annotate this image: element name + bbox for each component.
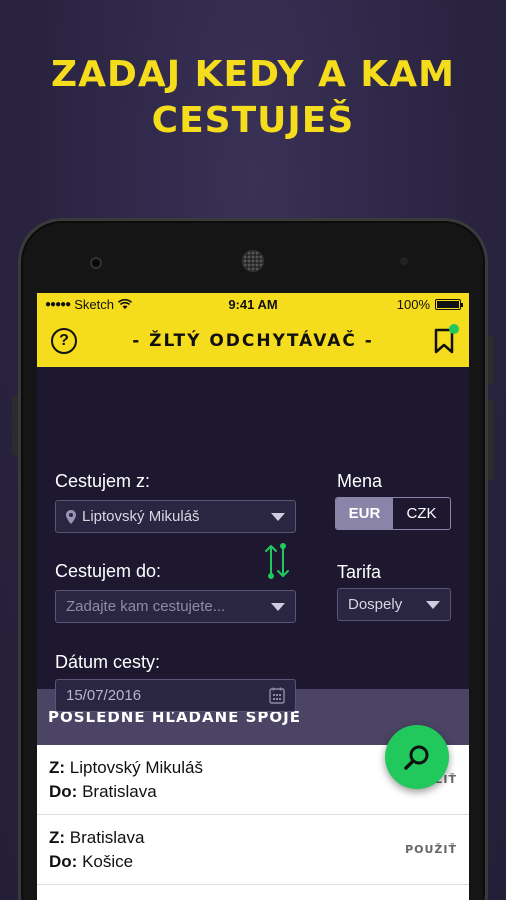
currency-option-czk[interactable]: CZK xyxy=(393,498,450,529)
promo-headline: ZADAJ KEDY A KAM CESTUJEŠ xyxy=(0,52,506,144)
search-icon xyxy=(404,745,429,770)
to-placeholder: Zadajte kam cestujete... xyxy=(66,598,226,615)
date-input[interactable]: 15/07/2016 xyxy=(55,679,296,712)
route-to: Bratislava xyxy=(82,781,157,801)
headline-line-1: ZADAJ KEDY A KAM xyxy=(51,54,455,95)
help-icon: ? xyxy=(59,332,69,349)
currency-label: Mena xyxy=(337,471,383,491)
search-button[interactable] xyxy=(385,725,449,789)
phone-camera xyxy=(90,257,102,269)
signal-icon: ●●●●● xyxy=(45,298,71,310)
calendar-icon xyxy=(269,687,285,704)
app-screen: ●●●●● Sketch 9:41 AM 100% ? - ŽLTÝ ODCHY… xyxy=(37,293,469,900)
chevron-down-icon xyxy=(426,600,440,609)
tariff-select[interactable]: Dospely xyxy=(337,588,451,621)
bookmark-button[interactable] xyxy=(433,324,459,354)
route-from: Bratislava xyxy=(69,827,145,847)
phone-side-button xyxy=(488,400,494,480)
battery-percent: 100% xyxy=(396,296,430,312)
app-bar: ? - ŽLTÝ ODCHYTÁVAČ - xyxy=(37,315,469,367)
location-pin-icon xyxy=(66,509,76,524)
chevron-down-icon xyxy=(271,602,285,611)
help-button[interactable]: ? xyxy=(51,328,77,354)
from-select[interactable]: Liptovský Mikuláš xyxy=(55,500,296,533)
use-route-button[interactable]: POUŽIŤ xyxy=(405,843,457,856)
from-value: Liptovský Mikuláš xyxy=(82,508,200,525)
notification-dot xyxy=(449,324,459,334)
to-prefix: Do: xyxy=(49,851,78,871)
route-to: Košice xyxy=(82,851,134,871)
battery-icon xyxy=(435,298,463,310)
date-value: 15/07/2016 xyxy=(66,687,142,704)
headline-line-2: CESTUJEŠ xyxy=(151,100,355,141)
phone-sensor xyxy=(400,257,408,265)
status-bar: ●●●●● Sketch 9:41 AM 100% xyxy=(37,293,469,315)
search-form: Cestujem z: Liptovský Mikuláš Cestujem d… xyxy=(37,367,469,789)
tariff-value: Dospely xyxy=(348,596,403,613)
from-prefix: Z: xyxy=(49,827,66,847)
carrier-name: Sketch xyxy=(74,296,114,312)
list-item[interactable]: Z: Bratislava Do: Košice POUŽIŤ xyxy=(37,815,469,885)
tariff-label: Tarifa xyxy=(337,562,382,582)
swap-direction-button[interactable] xyxy=(263,542,291,580)
to-prefix: Do: xyxy=(49,781,78,801)
phone-side-button xyxy=(488,335,494,385)
wifi-icon xyxy=(117,298,132,309)
date-label: Dátum cesty: xyxy=(55,652,161,672)
currency-toggle: EUR CZK xyxy=(335,497,451,530)
currency-option-eur[interactable]: EUR xyxy=(336,498,393,529)
list-item xyxy=(37,885,469,900)
route-from: Liptovský Mikuláš xyxy=(69,757,203,777)
to-select[interactable]: Zadajte kam cestujete... xyxy=(55,590,296,623)
phone-speaker xyxy=(242,250,264,272)
chevron-down-icon xyxy=(271,512,285,521)
app-title: - ŽLTÝ ODCHYTÁVAČ - xyxy=(132,331,374,351)
from-label: Cestujem z: xyxy=(55,471,151,491)
to-label: Cestujem do: xyxy=(55,561,162,581)
from-prefix: Z: xyxy=(49,757,66,777)
